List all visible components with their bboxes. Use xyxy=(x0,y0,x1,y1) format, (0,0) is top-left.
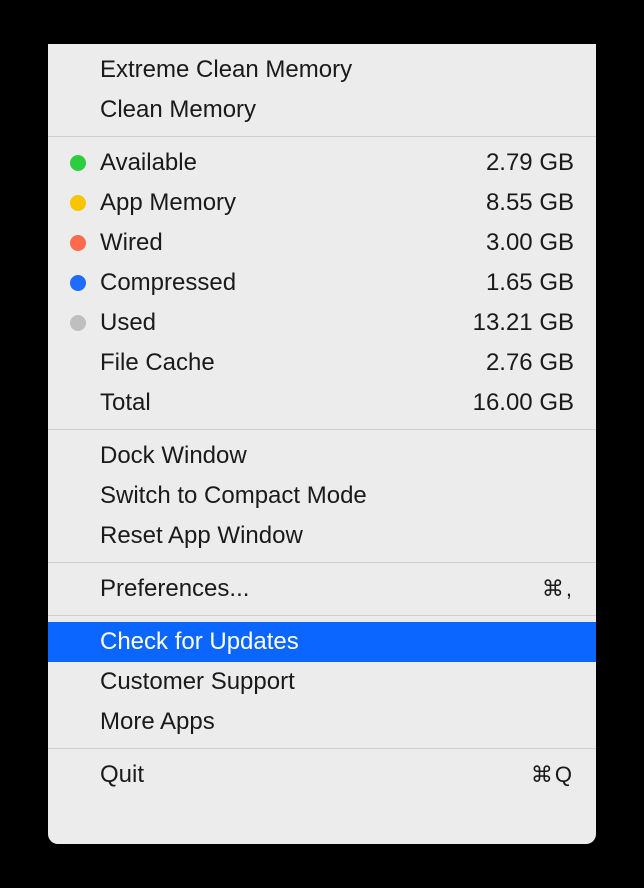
menu-item-label: Preferences... xyxy=(100,573,522,605)
menu-item-label: Clean Memory xyxy=(100,94,574,126)
memory-row-wired: Wired 3.00 GB xyxy=(48,223,596,263)
memory-value: 3.00 GB xyxy=(486,227,574,259)
memory-label: Total xyxy=(100,387,453,419)
keyboard-shortcut: ⌘, xyxy=(542,573,574,605)
menu-item-dock-window[interactable]: Dock Window xyxy=(48,436,596,476)
menu-item-label: Check for Updates xyxy=(100,626,574,658)
memory-row-compressed: Compressed 1.65 GB xyxy=(48,263,596,303)
menu-item-more-apps[interactable]: More Apps xyxy=(48,702,596,742)
memory-row-file-cache: File Cache 2.76 GB xyxy=(48,343,596,383)
memory-label: App Memory xyxy=(100,187,466,219)
menu-item-reset-app-window[interactable]: Reset App Window xyxy=(48,516,596,556)
status-dot-icon xyxy=(70,155,86,171)
menu-separator xyxy=(48,429,596,430)
memory-value: 8.55 GB xyxy=(486,187,574,219)
menu-item-customer-support[interactable]: Customer Support xyxy=(48,662,596,702)
memory-label: Available xyxy=(100,147,466,179)
menu-item-label: Quit xyxy=(100,759,511,791)
menu-item-preferences[interactable]: Preferences... ⌘, xyxy=(48,569,596,609)
memory-value: 2.76 GB xyxy=(486,347,574,379)
menu-item-quit[interactable]: Quit ⌘Q xyxy=(48,755,596,795)
memory-value: 2.79 GB xyxy=(486,147,574,179)
menu-item-clean-memory[interactable]: Clean Memory xyxy=(48,90,596,130)
menu-item-label: More Apps xyxy=(100,706,574,738)
menu-item-label: Customer Support xyxy=(100,666,574,698)
status-dot-icon xyxy=(70,315,86,331)
menu-separator xyxy=(48,615,596,616)
menu-separator xyxy=(48,748,596,749)
memory-row-total: Total 16.00 GB xyxy=(48,383,596,423)
memory-row-available: Available 2.79 GB xyxy=(48,143,596,183)
memory-label: Compressed xyxy=(100,267,466,299)
menu-item-check-for-updates[interactable]: Check for Updates xyxy=(48,622,596,662)
memory-label: Used xyxy=(100,307,453,339)
memory-label: File Cache xyxy=(100,347,466,379)
status-menu: Extreme Clean Memory Clean Memory Availa… xyxy=(48,44,596,844)
memory-value: 16.00 GB xyxy=(473,387,574,419)
status-dot-icon xyxy=(70,195,86,211)
menu-item-label: Dock Window xyxy=(100,440,574,472)
keyboard-shortcut: ⌘Q xyxy=(531,759,574,791)
status-dot-icon xyxy=(70,275,86,291)
memory-row-used: Used 13.21 GB xyxy=(48,303,596,343)
menu-separator xyxy=(48,136,596,137)
menu-item-extreme-clean-memory[interactable]: Extreme Clean Memory xyxy=(48,50,596,90)
memory-label: Wired xyxy=(100,227,466,259)
memory-row-app-memory: App Memory 8.55 GB xyxy=(48,183,596,223)
menu-item-label: Extreme Clean Memory xyxy=(100,54,574,86)
menu-item-switch-compact-mode[interactable]: Switch to Compact Mode xyxy=(48,476,596,516)
memory-value: 13.21 GB xyxy=(473,307,574,339)
menu-separator xyxy=(48,562,596,563)
menu-item-label: Switch to Compact Mode xyxy=(100,480,574,512)
status-dot-icon xyxy=(70,235,86,251)
memory-value: 1.65 GB xyxy=(486,267,574,299)
menu-item-label: Reset App Window xyxy=(100,520,574,552)
